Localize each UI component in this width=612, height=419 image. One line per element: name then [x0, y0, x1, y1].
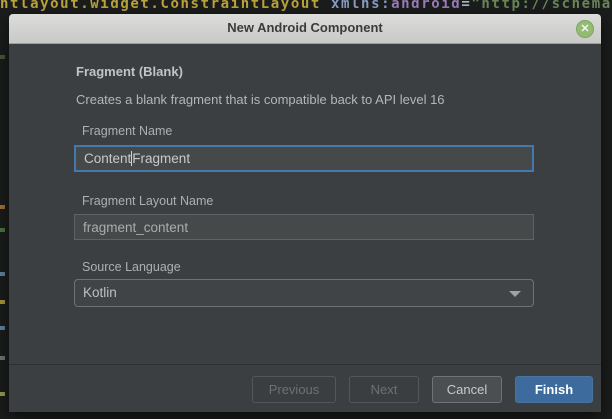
- code-segment: =: [461, 0, 471, 12]
- dialog-button-row: Previous Next Cancel Finish: [252, 376, 593, 403]
- code-segment: android: [391, 0, 461, 12]
- fragment-layout-name-input[interactable]: fragment_content: [74, 214, 534, 240]
- code-segment: xmlns:: [321, 0, 391, 12]
- screen: ntlayout.widget.ConstraintLayout xmlns:a…: [0, 0, 612, 419]
- dialog-title: New Android Component: [9, 20, 601, 35]
- code-fragment-mark: [0, 356, 5, 360]
- close-icon: ✕: [577, 21, 593, 37]
- fragment-layout-name-label: Fragment Layout Name: [82, 194, 213, 208]
- close-button[interactable]: ✕: [576, 20, 594, 38]
- fragment-name-input[interactable]: ContentFragment: [74, 145, 534, 172]
- code-segment: "http://schema: [471, 0, 611, 12]
- chevron-down-icon: [509, 291, 521, 297]
- source-language-label: Source Language: [82, 260, 181, 274]
- background-editor-code-line: ntlayout.widget.ConstraintLayout xmlns:a…: [0, 0, 612, 14]
- footer-separator: [9, 364, 601, 365]
- template-description: Creates a blank fragment that is compati…: [76, 92, 445, 107]
- code-fragment-mark: [0, 300, 5, 304]
- dialog-titlebar[interactable]: New Android Component ✕: [9, 14, 601, 44]
- fragment-name-value-before-caret: Content: [84, 151, 131, 166]
- code-fragment-mark: [0, 55, 5, 59]
- previous-button[interactable]: Previous: [252, 376, 336, 403]
- source-language-selected-value: Kotlin: [83, 285, 117, 300]
- code-fragment-mark: [0, 392, 5, 396]
- code-segment: ntlayout.widget.ConstraintLayout: [0, 0, 321, 12]
- cancel-button[interactable]: Cancel: [432, 376, 502, 403]
- fragment-name-label: Fragment Name: [82, 124, 172, 138]
- code-fragment-mark: [0, 205, 5, 209]
- template-heading: Fragment (Blank): [76, 64, 183, 79]
- next-button[interactable]: Next: [349, 376, 419, 403]
- finish-button[interactable]: Finish: [515, 376, 593, 403]
- code-fragment-mark: [0, 326, 5, 330]
- code-fragment-mark: [0, 272, 5, 276]
- fragment-name-value-after-caret: Fragment: [132, 151, 190, 166]
- new-android-component-dialog: New Android Component ✕ Fragment (Blank)…: [9, 14, 601, 412]
- code-fragment-mark: [0, 228, 5, 232]
- fragment-layout-name-value: fragment_content: [83, 220, 188, 235]
- source-language-dropdown[interactable]: Kotlin: [74, 279, 534, 307]
